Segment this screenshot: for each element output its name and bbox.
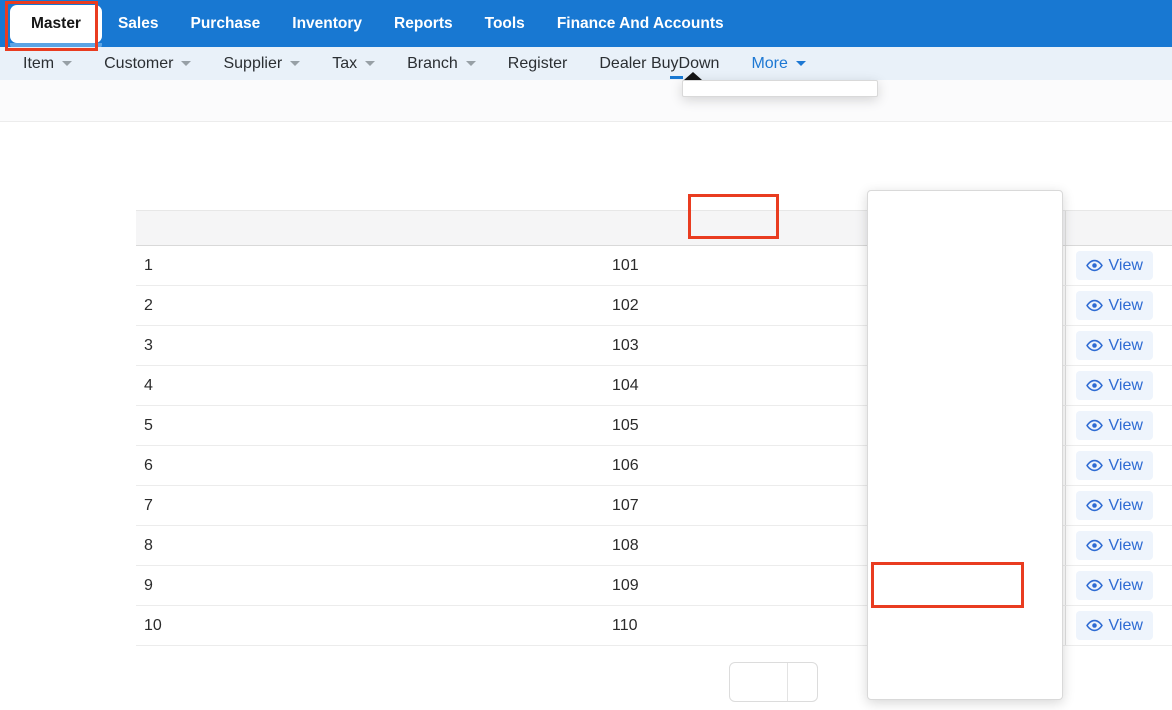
cell-action: View	[1065, 246, 1172, 286]
cell-sno: 10	[136, 606, 612, 646]
subnav-item-label: Register	[508, 47, 568, 80]
cell-action: View	[1065, 566, 1172, 606]
sub-navbar: Item Customer Supplier Tax Branch Regist…	[0, 47, 1172, 80]
topnav-item[interactable]: Sales	[102, 0, 175, 47]
eye-icon	[1086, 617, 1103, 634]
view-button-label: View	[1109, 377, 1143, 395]
eye-icon	[1086, 417, 1103, 434]
cell-action: View	[1065, 286, 1172, 326]
topnav-item[interactable]: Finance And Accounts	[541, 0, 740, 47]
subnav-item-label: More	[751, 47, 787, 80]
view-button[interactable]: View	[1076, 611, 1153, 640]
pagination-prev-button[interactable]	[730, 663, 787, 701]
subnav-item[interactable]: Item	[7, 47, 88, 80]
eye-icon	[1086, 497, 1103, 514]
column-header-sno	[136, 211, 612, 246]
view-button-label: View	[1109, 577, 1143, 595]
top-navbar: Master Sales Purchase Inventory Reports …	[0, 0, 1172, 47]
eye-icon	[1086, 377, 1103, 394]
subnav-item-label: Item	[23, 47, 54, 80]
chevron-down-icon	[290, 61, 300, 66]
cell-action: View	[1065, 406, 1172, 446]
chevron-down-icon	[62, 61, 72, 66]
topnav-item-label: Finance And Accounts	[557, 15, 724, 32]
cell-sno: 3	[136, 326, 612, 366]
column-header-action	[1065, 211, 1172, 246]
view-button[interactable]: View	[1076, 251, 1153, 280]
view-button-label: View	[1109, 417, 1143, 435]
cell-sno: 4	[136, 366, 612, 406]
view-button[interactable]: View	[1076, 411, 1153, 440]
topnav-item[interactable]: Inventory	[276, 0, 378, 47]
view-button-label: View	[1109, 257, 1143, 275]
cell-sno: 9	[136, 566, 612, 606]
view-button[interactable]: View	[1076, 451, 1153, 480]
view-button-label: View	[1109, 337, 1143, 355]
subnav-item-label: Tax	[332, 47, 357, 80]
chevron-down-icon	[181, 61, 191, 66]
subnav-item-label: Customer	[104, 47, 173, 80]
view-button[interactable]: View	[1076, 571, 1153, 600]
cell-sno: 5	[136, 406, 612, 446]
eye-icon	[1086, 537, 1103, 554]
app-window: Master Sales Purchase Inventory Reports …	[0, 0, 1172, 710]
view-button-label: View	[1109, 297, 1143, 315]
view-button-label: View	[1109, 537, 1143, 555]
cell-action: View	[1065, 326, 1172, 366]
chevron-down-icon	[365, 61, 375, 66]
subnav-item-label: Supplier	[223, 47, 282, 80]
eye-icon	[1086, 457, 1103, 474]
topnav-item[interactable]: Purchase	[174, 0, 276, 47]
topnav-item-label: Tools	[485, 15, 525, 32]
topnav-item[interactable]: Tools	[469, 0, 541, 47]
topnav-item-label: Sales	[118, 15, 159, 32]
subnav-item[interactable]: More	[735, 47, 821, 80]
cell-action: View	[1065, 446, 1172, 486]
view-button[interactable]: View	[1076, 531, 1153, 560]
subnav-item[interactable]: Customer	[88, 47, 207, 80]
topnav-item[interactable]: Master	[10, 5, 102, 43]
cell-action: View	[1065, 486, 1172, 526]
chevron-down-icon	[466, 61, 476, 66]
cell-action: View	[1065, 606, 1172, 646]
eye-icon	[1086, 257, 1103, 274]
view-button-label: View	[1109, 497, 1143, 515]
pagination-overflow-area	[787, 663, 817, 701]
subnav-item[interactable]: Register	[492, 47, 584, 80]
cell-sno: 7	[136, 486, 612, 526]
view-button-label: View	[1109, 457, 1143, 475]
view-button[interactable]: View	[1076, 331, 1153, 360]
cell-sno: 8	[136, 526, 612, 566]
topnav-item-label: Reports	[394, 15, 453, 32]
cell-action: View	[1065, 366, 1172, 406]
pagination	[729, 662, 818, 702]
eye-icon	[1086, 577, 1103, 594]
more-active-indicator	[670, 76, 683, 79]
more-dropdown-menu	[682, 80, 878, 97]
cell-action: View	[1065, 526, 1172, 566]
cell-sno: 2	[136, 286, 612, 326]
subnav-item[interactable]: Tax	[316, 47, 391, 80]
cell-sno: 6	[136, 446, 612, 486]
view-button[interactable]: View	[1076, 491, 1153, 520]
view-button-label: View	[1109, 617, 1143, 635]
topnav-item[interactable]: Reports	[378, 0, 469, 47]
topnav-item-label: Inventory	[292, 15, 362, 32]
subnav-item-label: Branch	[407, 47, 458, 80]
title-bar	[0, 80, 1172, 122]
view-button[interactable]: View	[1076, 291, 1153, 320]
topnav-item-label: Master	[31, 15, 81, 32]
tools-submenu	[867, 190, 1063, 700]
topnav-item-label: Purchase	[190, 15, 260, 32]
dropdown-caret-icon	[684, 72, 702, 80]
subnav-item[interactable]: Dealer BuyDown	[583, 47, 735, 80]
subnav-item[interactable]: Supplier	[207, 47, 316, 80]
eye-icon	[1086, 297, 1103, 314]
chevron-down-icon	[796, 61, 806, 66]
eye-icon	[1086, 337, 1103, 354]
cell-sno: 1	[136, 246, 612, 286]
subnav-item[interactable]: Branch	[391, 47, 492, 80]
view-button[interactable]: View	[1076, 371, 1153, 400]
